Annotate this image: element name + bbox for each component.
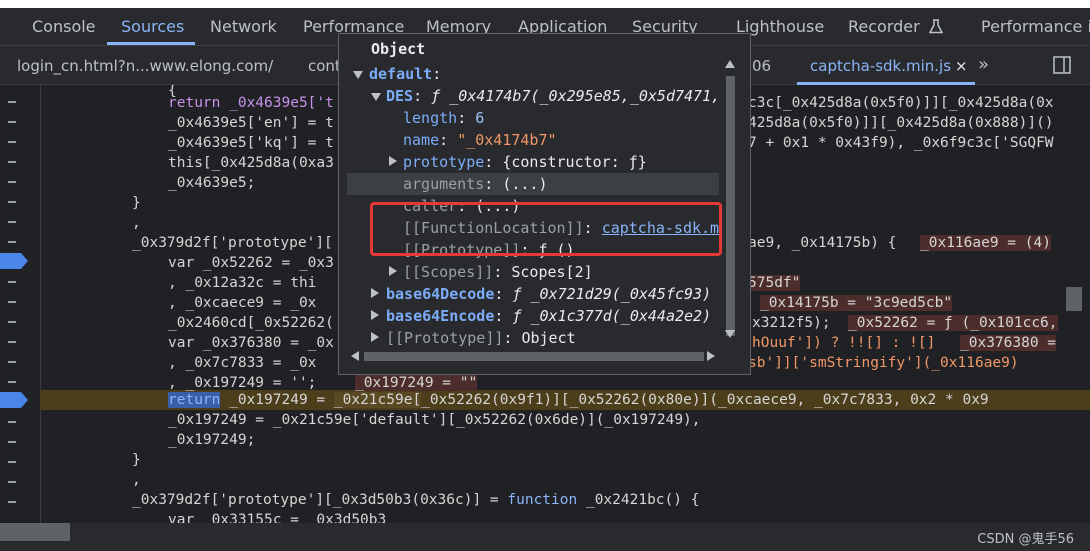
expand-default-icon[interactable]	[353, 71, 363, 79]
paused-code-line: return _0x197249 = _0x21c59e[_0x52262(0x…	[168, 392, 989, 408]
file-tab-login[interactable]: login_cn.html?n...www.elong.com/	[17, 57, 273, 75]
code-line: x3212f5);	[752, 315, 831, 331]
inline-value: _0x116ae9 = (4)	[920, 235, 1051, 251]
code-line: var _0x376380 = _0x	[168, 335, 334, 351]
code-line: , _0xcaece9 = _0x	[168, 295, 317, 311]
scroll-left-icon[interactable]	[351, 351, 359, 361]
code-line: var _0x33155c = _0x3d50b3	[168, 512, 387, 523]
scroll-up-icon[interactable]	[725, 60, 735, 68]
expand-prototype3-icon[interactable]	[371, 332, 379, 342]
code-line: ,	[132, 472, 141, 488]
code-line: this[_0x425d8a(0xa3	[168, 155, 334, 171]
code-line: ae9, _0x14175b) {	[748, 235, 897, 251]
code-line: _0x4639e5['en'] = t	[168, 115, 334, 131]
code-line: ,	[132, 215, 141, 231]
code-line: _0x4639e5;	[168, 175, 256, 191]
prop-prototype-object[interactable]: [[Prototype]]: Object	[386, 327, 576, 349]
scroll-right-icon[interactable]	[707, 351, 715, 361]
popover-horizontal-scroll-thumb[interactable]	[364, 352, 704, 361]
code-line: hOuuf']) ? !![] : ![]	[752, 335, 936, 351]
code-line: return _0x4639e5['t	[168, 95, 334, 111]
code-line: _0x197249;	[168, 432, 256, 448]
code-line: _0x197249 = _0x21c59e['default'][_0x5226…	[168, 412, 701, 428]
prop-base64decode[interactable]: base64Decode: ƒ _0x721d29(_0x45fc93)	[386, 283, 711, 305]
expand-scopes-icon[interactable]	[389, 266, 397, 276]
code-line: }	[132, 452, 141, 468]
code-line: 7 + 0x1 * 0x43f9), _0x6f9c3c['SGQFW	[748, 135, 1054, 151]
prop-arguments[interactable]: arguments: (...)	[403, 173, 548, 195]
tab-console[interactable]: Console	[32, 17, 96, 36]
prop-prototype[interactable]: prototype: {constructor: ƒ}	[403, 151, 647, 173]
code-line: _0x379d2f['prototype'][	[132, 235, 333, 251]
toggle-sidebar-icon[interactable]	[1053, 56, 1071, 74]
code-line: _0x4639e5['kq'] = t	[168, 135, 334, 151]
bottom-scroll-bar[interactable]: CSDN @鬼手56	[0, 523, 1090, 551]
flask-icon	[928, 19, 944, 34]
code-line: , _0x12a32c = thi	[168, 275, 317, 291]
code-line: , _0x7c7833 = _0x	[168, 355, 317, 371]
file-tab-partial[interactable]: 06	[752, 57, 771, 75]
expand-base64encode-icon[interactable]	[371, 310, 379, 320]
tab-sources[interactable]: Sources	[121, 17, 184, 36]
annotation-highlight-box	[370, 202, 722, 256]
code-line: c3c[_0x425d8a(0x5f0)]][_0x425d8a(0x	[748, 95, 1054, 111]
prop-name: name: "_0x4174b7"	[403, 131, 557, 149]
inline-value: _0x14175b = "3c9ed5cb"	[760, 295, 953, 311]
inline-value: _0x52262 = ƒ (_0x101cc6,	[848, 315, 1058, 331]
more-tabs-icon[interactable]: »	[978, 54, 989, 75]
expand-des-icon[interactable]	[371, 93, 381, 101]
prop-base64encode[interactable]: base64Encode: ƒ _0x1c377d(_0x44a2e2)	[386, 305, 711, 327]
editor-scrollbar-thumb[interactable]	[1066, 287, 1082, 311]
file-tab-captcha-sdk[interactable]: captcha-sdk.min.js	[810, 57, 951, 75]
inline-value: _0x376380 =	[960, 335, 1057, 351]
tab-recorder[interactable]: Recorder	[848, 17, 944, 36]
popover-title: Object	[371, 40, 426, 58]
code-line: _0x2460cd[_0x52262(	[168, 315, 334, 331]
tab-network[interactable]: Network	[210, 17, 277, 36]
prop-length: length: 6	[403, 109, 485, 127]
tab-performance-insights[interactable]: Performance in	[981, 17, 1090, 36]
code-line: }	[132, 195, 141, 211]
horizontal-scroll-thumb[interactable]	[0, 523, 70, 541]
tab-recorder-label: Recorder	[848, 17, 920, 36]
close-tab-icon[interactable]: ×	[955, 57, 968, 75]
prop-des[interactable]: DES: ƒ _0x4174b7(_0x295e85,_0x5d7471,	[386, 85, 720, 107]
watermark: CSDN @鬼手56	[977, 532, 1074, 547]
code-line: 575df"	[748, 275, 801, 291]
code-line: var _0x52262 = _0x3	[168, 255, 334, 271]
prop-default[interactable]: default:	[369, 63, 441, 85]
expand-base64decode-icon[interactable]	[371, 288, 379, 298]
code-line: _0x379d2f['prototype'][_0x3d50b3(0x36c)]…	[132, 492, 700, 508]
code-line: 425d8a(0x5f0)]][_0x425d8a(0x888)]()	[748, 115, 1054, 131]
prop-scopes[interactable]: [[Scopes]]: Scopes[2]	[403, 261, 593, 283]
scroll-down-icon[interactable]	[725, 330, 735, 338]
top-strip	[0, 0, 1090, 8]
line-gutter[interactable]	[0, 85, 41, 523]
code-line: sb']]['smStringify'](_0x116ae9)	[748, 355, 1019, 371]
popover-vertical-scroll-thumb[interactable]	[726, 76, 735, 336]
expand-prototype-icon[interactable]	[389, 156, 397, 166]
file-tab-cont[interactable]: cont	[308, 57, 341, 75]
